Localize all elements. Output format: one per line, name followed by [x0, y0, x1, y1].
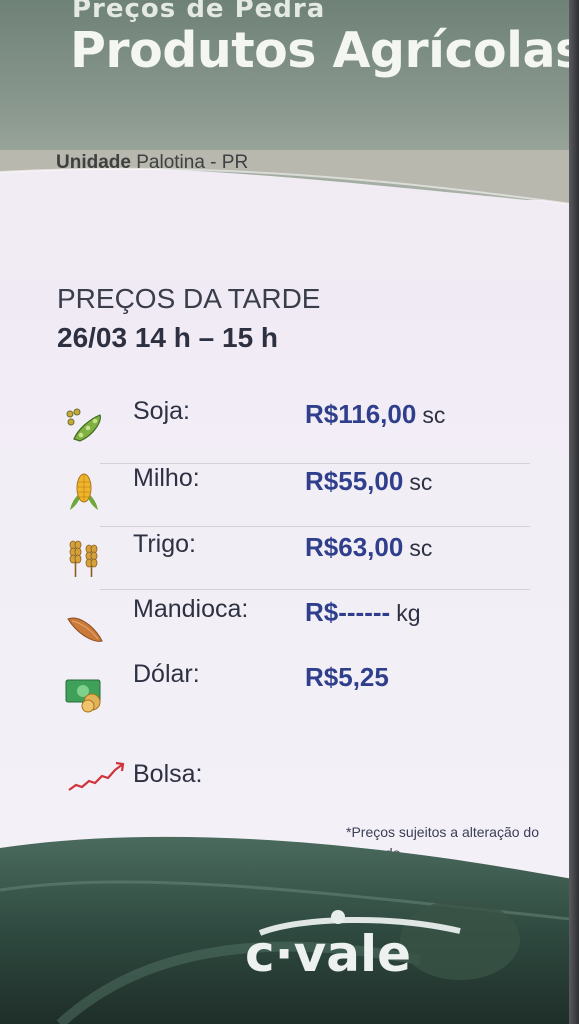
logo-text: c·vale — [245, 925, 411, 983]
milho-price-value: R$55,00 — [305, 466, 404, 496]
trend-up-icon — [68, 761, 125, 791]
price-board-screen: Preços de Pedra Produtos Agrícolas Unida… — [0, 0, 579, 1024]
soy-icon — [66, 408, 101, 442]
milho-price: R$55,00 sc — [305, 466, 432, 497]
header-title: Produtos Agrícolas — [70, 22, 579, 79]
mandioca-label: Mandioca: — [133, 595, 249, 623]
soja-price-value: R$116,00 — [305, 399, 417, 429]
session-time: 26/03 14 h – 15 h — [57, 322, 279, 353]
milho-unit: sc — [409, 469, 433, 495]
dolar-price: R$5,25 — [305, 662, 389, 693]
price-row-mandioca: Mandioca: R$------ kg — [0, 595, 579, 655]
dolar-price-value: R$5,25 — [305, 662, 389, 692]
corn-icon — [70, 473, 98, 510]
header-pretitle: Preços de Pedra — [72, 0, 326, 24]
mandioca-price-value: R$------ — [305, 597, 391, 627]
trigo-unit: sc — [409, 535, 433, 561]
dolar-label: Dólar: — [133, 660, 200, 688]
session-title: PREÇOS DA TARDE — [57, 283, 321, 314]
monitor-bezel — [569, 0, 579, 1024]
row-divider — [100, 526, 530, 527]
price-row-soja: Soja: R$116,00 sc — [0, 397, 579, 457]
wheat-icon — [69, 540, 98, 577]
soja-label: Soja: — [133, 397, 190, 425]
soja-price: R$116,00 sc — [305, 399, 445, 430]
milho-label: Milho: — [133, 464, 200, 492]
unit-name: Palotina - PR — [136, 152, 249, 173]
soja-unit: sc — [422, 402, 446, 428]
money-icon — [65, 679, 101, 713]
trigo-price: R$63,00 sc — [305, 532, 432, 563]
price-row-dolar: Dólar: R$5,25 — [0, 660, 579, 720]
trigo-price-value: R$63,00 — [305, 532, 404, 562]
mandioca-price: R$------ kg — [305, 597, 420, 628]
mandioca-unit: kg — [396, 600, 421, 626]
bolsa-label: Bolsa: — [133, 760, 203, 788]
price-row-trigo: Trigo: R$63,00 sc — [0, 530, 579, 590]
unit-location: Unidade Palotina - PR — [56, 152, 248, 174]
row-divider — [100, 589, 530, 590]
cassava-icon — [67, 617, 103, 642]
unit-prefix: Unidade — [56, 152, 131, 173]
price-row-milho: Milho: R$55,00 sc — [0, 464, 579, 524]
trigo-label: Trigo: — [133, 530, 196, 558]
cvale-logo: c·vale — [245, 910, 461, 983]
price-row-bolsa: Bolsa: — [0, 760, 579, 820]
